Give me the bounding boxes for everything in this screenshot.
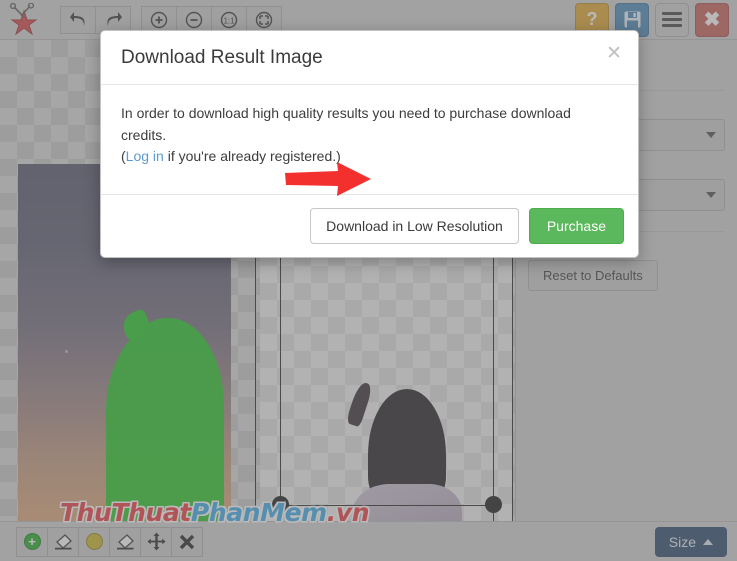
- red-arrow-right-icon: [285, 162, 371, 196]
- dialog-title: Download Result Image: [121, 47, 323, 68]
- dialog-footer: Download in Low Resolution Purchase: [101, 162, 638, 257]
- dialog-body-line-1: In order to download high quality result…: [121, 105, 571, 143]
- login-link[interactable]: Log in: [126, 148, 164, 164]
- dialog-close-icon[interactable]: ✕: [606, 44, 622, 63]
- app-window: ThuThuatPhanMem.vn: [0, 0, 737, 561]
- dialog-header: Download Result Image ✕: [101, 31, 638, 85]
- download-dialog: Download Result Image ✕ In order to down…: [100, 30, 639, 259]
- download-low-resolution-button[interactable]: Download in Low Resolution: [310, 208, 519, 245]
- purchase-button[interactable]: Purchase: [528, 208, 624, 245]
